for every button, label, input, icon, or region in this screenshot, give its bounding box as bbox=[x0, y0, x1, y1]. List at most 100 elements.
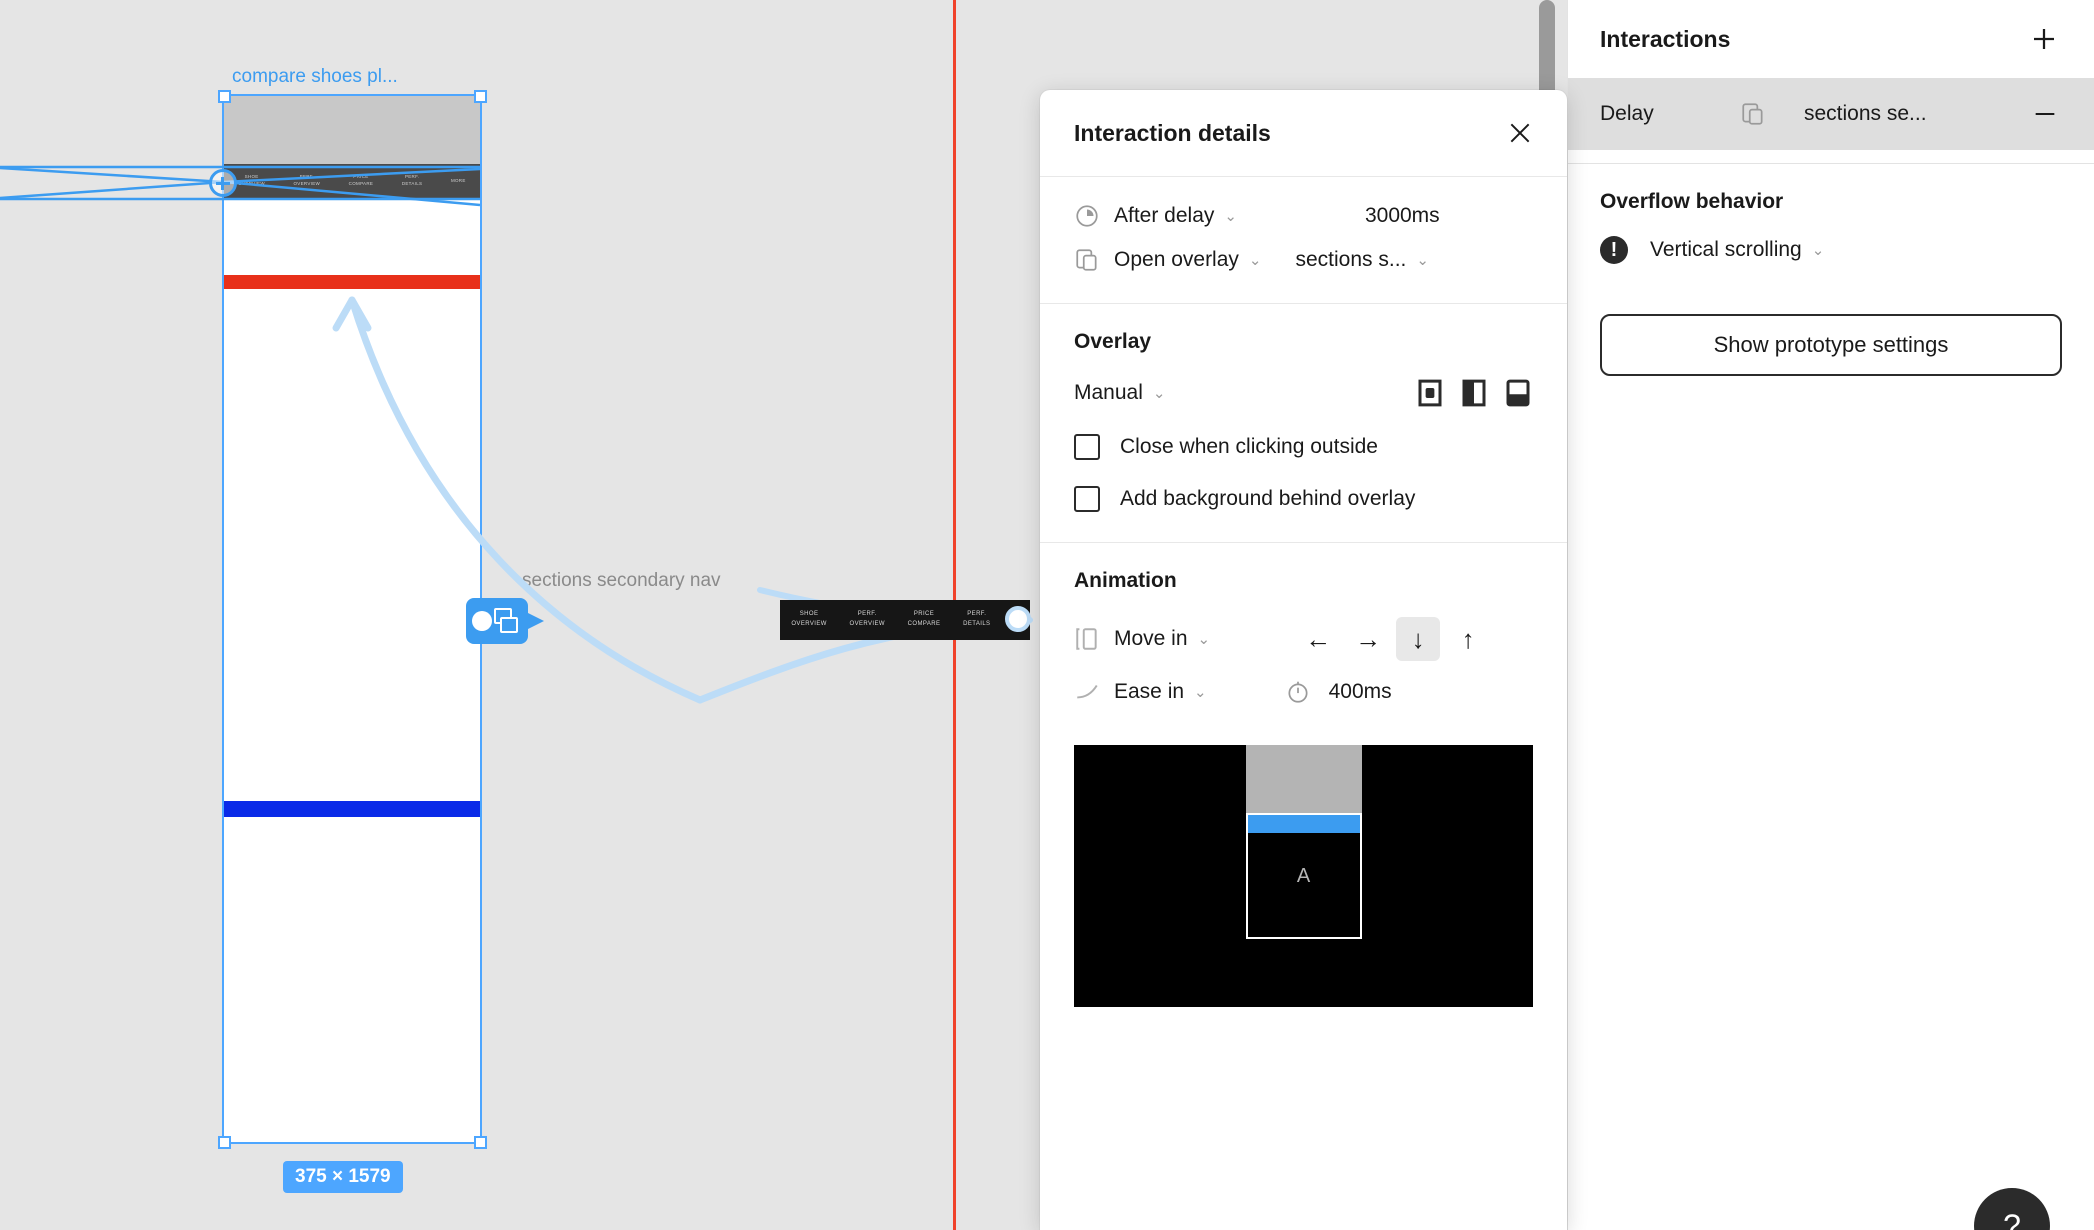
connector-label: sections secondary nav bbox=[522, 570, 721, 591]
direction-left-button[interactable]: ← bbox=[1296, 617, 1340, 661]
overlay-section: Overlay Manual ⌄ Close when clicking out… bbox=[1040, 304, 1567, 543]
overflow-behavior-dropdown[interactable]: Vertical scrolling ⌄ bbox=[1650, 238, 1824, 262]
connector-origin-node[interactable] bbox=[209, 169, 237, 197]
duration-value[interactable]: 400ms bbox=[1329, 680, 1392, 704]
close-when-clicking-outside-row[interactable]: Close when clicking outside bbox=[1074, 434, 1533, 460]
preview-panel-a: A bbox=[1245, 813, 1362, 939]
animation-preview: B A bbox=[1074, 745, 1533, 1007]
overlay-position-label: Manual bbox=[1074, 381, 1143, 404]
frame-label[interactable]: compare shoes pl... bbox=[232, 66, 398, 88]
warning-icon: ! bbox=[1600, 236, 1628, 264]
chevron-down-icon: ⌄ bbox=[1197, 630, 1211, 648]
interaction-trigger-label: Delay bbox=[1600, 102, 1654, 125]
overlay-nav-items: SHOE OVERVIEW PERF. OVERVIEW PRICE COMPARE … bbox=[780, 600, 1030, 640]
overflow-behavior-value: Vertical scrolling bbox=[1650, 238, 1802, 261]
close-when-clicking-outside-checkbox[interactable] bbox=[1074, 434, 1100, 460]
overflow-behavior-title: Overflow behavior bbox=[1600, 190, 1784, 213]
add-background-behind-overlay-row[interactable]: Add background behind overlay bbox=[1074, 486, 1533, 512]
interactions-panel: Interactions Delay sections se... Overfl… bbox=[1567, 0, 2094, 1230]
overlay-nav-item: PRICE COMPARE bbox=[907, 611, 941, 627]
chevron-down-icon: ⌄ bbox=[1224, 207, 1237, 225]
close-icon[interactable] bbox=[1503, 116, 1537, 150]
trigger-delay-value[interactable]: 3000ms bbox=[1365, 204, 1440, 228]
trigger-row[interactable]: After delay ⌄ 3000ms bbox=[1074, 203, 1533, 229]
plus-icon[interactable] bbox=[2026, 21, 2062, 57]
interaction-details-dialog[interactable]: Interaction details After delay ⌄ 3000ms… bbox=[1040, 90, 1567, 1230]
frame-nav-item: SHOE OVERVIEW bbox=[238, 174, 265, 186]
interaction-list-item[interactable]: Delay sections se... bbox=[1568, 78, 2094, 150]
frame-nav-item: PERF. OVERVIEW bbox=[293, 174, 321, 186]
add-background-behind-overlay-label: Add background behind overlay bbox=[1120, 487, 1416, 510]
trigger-dropdown[interactable]: After delay ⌄ bbox=[1114, 204, 1237, 228]
show-prototype-settings-button[interactable]: Show prototype settings bbox=[1600, 314, 2062, 376]
panel-divider bbox=[1568, 150, 2094, 164]
animation-section-title: Animation bbox=[1074, 569, 1177, 592]
preview-panel-a-label: A bbox=[1296, 864, 1311, 887]
animation-type-label: Move in bbox=[1114, 627, 1188, 650]
chevron-down-icon: ⌄ bbox=[1416, 251, 1429, 269]
action-label: Open overlay bbox=[1114, 248, 1239, 271]
overlay-nav-element[interactable]: SHOE OVERVIEW PERF. OVERVIEW PRICE COMPARE … bbox=[780, 600, 1030, 640]
dimensions-badge: 375 × 1579 bbox=[283, 1161, 403, 1193]
overflow-behavior-row[interactable]: ! Vertical scrolling ⌄ bbox=[1600, 236, 2062, 264]
frame-blue-divider bbox=[224, 801, 480, 817]
interaction-target-label: sections se... bbox=[1804, 102, 1927, 125]
animation-type-row[interactable]: Move in ⌄ ← → ↓ ↑ bbox=[1074, 617, 1533, 661]
animation-type-dropdown[interactable]: Move in ⌄ bbox=[1114, 627, 1210, 651]
overlay-icon bbox=[1074, 247, 1114, 273]
action-row[interactable]: Open overlay ⌄ sections s... ⌄ bbox=[1074, 247, 1533, 273]
chevron-down-icon: ⌄ bbox=[1152, 384, 1166, 402]
resize-handle-top-right[interactable] bbox=[474, 90, 487, 103]
resize-handle-bottom-left[interactable] bbox=[218, 1136, 231, 1149]
center-position-icon[interactable] bbox=[1415, 378, 1445, 408]
frame-nav-item: MORE bbox=[450, 177, 466, 183]
easing-dropdown[interactable]: Ease in ⌄ bbox=[1114, 680, 1207, 704]
overlay-position-dropdown[interactable]: Manual ⌄ bbox=[1074, 381, 1165, 405]
prototype-interaction-badge[interactable] bbox=[466, 598, 544, 644]
minus-icon[interactable] bbox=[2028, 100, 2062, 128]
chevron-down-icon: ⌄ bbox=[1811, 241, 1825, 259]
chevron-down-icon: ⌄ bbox=[1194, 683, 1207, 701]
interactions-panel-header: Interactions bbox=[1568, 0, 2094, 78]
preview-panel-b: B bbox=[1245, 745, 1362, 813]
connector-end-node[interactable] bbox=[1005, 606, 1031, 632]
action-target-label: sections s... bbox=[1295, 248, 1407, 271]
direction-right-button[interactable]: → bbox=[1346, 617, 1390, 661]
badge-dot-icon bbox=[472, 611, 492, 631]
clock-icon bbox=[1074, 203, 1114, 229]
bottom-position-icon[interactable] bbox=[1503, 378, 1533, 408]
help-button[interactable]: ? bbox=[1974, 1188, 2050, 1230]
action-dropdown[interactable]: Open overlay ⌄ bbox=[1114, 248, 1261, 272]
stopwatch-icon bbox=[1285, 679, 1311, 705]
selected-frame[interactable]: SHOE OVERVIEW PERF. OVERVIEW PRICE COMPARE … bbox=[222, 94, 482, 1144]
move-in-icon bbox=[1074, 626, 1114, 652]
frame-nav-item: PERF. DETAILS bbox=[401, 174, 423, 186]
animation-section: Animation Move in ⌄ ← → ↓ ↑ Ease in ⌄ 40… bbox=[1040, 543, 1567, 735]
direction-down-button[interactable]: ↓ bbox=[1396, 617, 1441, 661]
action-target-dropdown[interactable]: sections s... ⌄ bbox=[1295, 248, 1428, 272]
add-background-behind-overlay-checkbox[interactable] bbox=[1074, 486, 1100, 512]
left-position-icon[interactable] bbox=[1459, 378, 1489, 408]
dialog-header: Interaction details bbox=[1040, 90, 1567, 177]
overlay-nav-item: SHOE OVERVIEW bbox=[791, 611, 827, 627]
overlay-section-title: Overlay bbox=[1074, 330, 1152, 353]
overlay-nav-item: PERF. DETAILS bbox=[963, 611, 991, 627]
resize-handle-top-left[interactable] bbox=[218, 90, 231, 103]
badge-overlay-icon-back bbox=[500, 617, 518, 633]
easing-label: Ease in bbox=[1114, 680, 1185, 703]
frame-secondary-nav: SHOE OVERVIEW PERF. OVERVIEW PRICE COMPARE … bbox=[224, 164, 480, 198]
overlay-icon bbox=[1740, 101, 1804, 127]
dialog-title: Interaction details bbox=[1074, 119, 1271, 146]
ease-curve-icon bbox=[1074, 679, 1114, 705]
overlay-position-row: Manual ⌄ bbox=[1074, 378, 1533, 408]
direction-up-button[interactable]: ↑ bbox=[1446, 617, 1490, 661]
close-when-clicking-outside-label: Close when clicking outside bbox=[1120, 435, 1378, 458]
frame-hero-image bbox=[224, 96, 480, 164]
easing-row[interactable]: Ease in ⌄ 400ms bbox=[1074, 679, 1533, 705]
overlay-position-options bbox=[1415, 378, 1533, 408]
resize-handle-bottom-right[interactable] bbox=[474, 1136, 487, 1149]
frame-red-divider bbox=[224, 275, 480, 289]
frame-nav-items: SHOE OVERVIEW PERF. OVERVIEW PRICE COMPARE … bbox=[224, 164, 480, 198]
preview-accent-strip bbox=[1247, 815, 1360, 833]
page-title: Interactions bbox=[1600, 25, 1731, 52]
